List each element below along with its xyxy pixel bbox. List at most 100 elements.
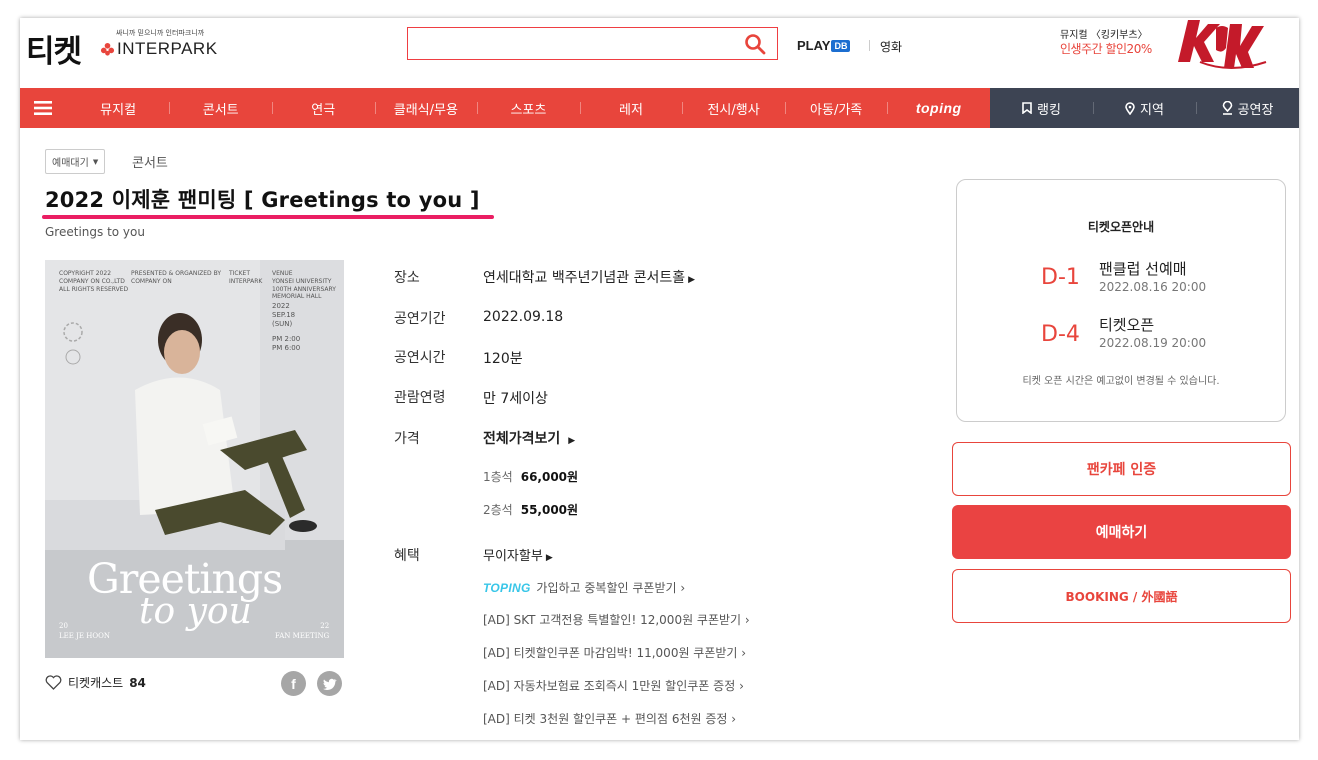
promo-line-1: 뮤지컬 〈킹키부츠〉 bbox=[1060, 30, 1148, 41]
booking-foreign-button[interactable]: BOOKING / 外國語 bbox=[952, 569, 1291, 623]
nav-classic-dance[interactable]: 클래식/무용 bbox=[374, 88, 478, 128]
nav-venue-label: 공연장 bbox=[1237, 102, 1274, 118]
search-bar bbox=[407, 27, 778, 60]
playdb-text: PLAY bbox=[797, 38, 831, 53]
nav-leisure[interactable]: 레저 bbox=[579, 88, 683, 128]
nav-sports[interactable]: 스포츠 bbox=[477, 88, 580, 128]
poster-foot-right: 22 FAN MEETING bbox=[275, 622, 330, 640]
benefit-text: 가입하고 중복할인 쿠폰받기 bbox=[536, 581, 677, 595]
price-all-label: 전체가격보기 bbox=[483, 431, 561, 447]
nav-theater[interactable]: 연극 bbox=[271, 88, 375, 128]
benefit-ad[interactable]: [AD] 티켓 3천원 할인쿠폰 + 편의점 6천원 증정 › bbox=[483, 710, 736, 727]
menu-icon[interactable] bbox=[20, 88, 67, 128]
open-entry-name: 티켓오픈 bbox=[1099, 316, 1155, 334]
logo-wordmark: INTERPARK bbox=[117, 39, 218, 58]
open-entry: 팬클럽 선예매 2022.08.16 20:00 bbox=[1099, 258, 1206, 294]
search-icon[interactable] bbox=[743, 32, 767, 56]
open-notice: 티켓 오픈 시간은 예고없이 변경될 수 있습니다. bbox=[1022, 376, 1220, 387]
poster-venue: VENUE YONSEI UNIVERSITY 100TH ANNIVERSAR… bbox=[272, 270, 336, 301]
kinky-boots-logo[interactable] bbox=[1170, 18, 1270, 74]
title-underline bbox=[42, 215, 494, 219]
seat-name: 2층석 bbox=[483, 503, 513, 517]
poster-title-italic: to you bbox=[139, 591, 252, 632]
installment-label: 무이자할부 bbox=[483, 549, 543, 564]
triangle-right-icon: ▶ bbox=[688, 275, 696, 285]
venue-label: 장소 bbox=[394, 270, 420, 286]
triangle-right-icon: ▶ bbox=[545, 553, 553, 563]
nav-exhibition[interactable]: 전시/행사 bbox=[682, 88, 785, 128]
chevron-down-icon: ▼ bbox=[92, 157, 99, 166]
dday-badge: D-4 bbox=[1041, 322, 1080, 347]
benefit-ad[interactable]: [AD] 티켓할인쿠폰 마감임박! 11,000원 쿠폰받기 › bbox=[483, 644, 746, 661]
venue-link[interactable]: 연세대학교 백주년기념관 콘서트홀 ▶ bbox=[483, 267, 695, 287]
page-title: 2022 이제훈 팬미팅 [ Greetings to you ] bbox=[45, 188, 480, 212]
age-label: 관람연령 bbox=[394, 390, 446, 406]
period-label: 공연기간 bbox=[394, 311, 446, 327]
movie-link[interactable]: 영화 bbox=[880, 38, 902, 55]
breadcrumb-category[interactable]: 콘서트 bbox=[132, 152, 168, 171]
open-entry-date: 2022.08.16 20:00 bbox=[1099, 280, 1207, 294]
ticket-logo[interactable]: 티켓 bbox=[26, 26, 82, 71]
playdb-box: DB bbox=[831, 39, 851, 52]
fancafe-verify-button[interactable]: 팬카페 인증 bbox=[952, 442, 1291, 496]
nav-secondary: 랭킹 지역 공연장 bbox=[990, 88, 1299, 128]
benefit-text: [AD] SKT 고객전용 특별할인! 12,000원 쿠폰받기 bbox=[483, 613, 742, 627]
installment-link[interactable]: 무이자할부 ▶ bbox=[483, 545, 553, 564]
venue-pin-icon bbox=[1222, 101, 1233, 115]
price-all-link[interactable]: 전체가격보기 ▶ bbox=[483, 428, 575, 448]
reserve-button[interactable]: 예매하기 bbox=[952, 505, 1291, 559]
nav-toping[interactable]: toping bbox=[887, 88, 990, 128]
ticket-cast[interactable]: 티켓캐스트 84 bbox=[45, 674, 146, 691]
status-select[interactable]: 예매대기 ▼ bbox=[45, 149, 106, 174]
poster-copyright: COPYRIGHT 2022 COMPANY ON CO.,LTD ALL RI… bbox=[59, 270, 129, 293]
nav-concert[interactable]: 콘서트 bbox=[169, 88, 272, 128]
nav-musical[interactable]: 뮤지컬 bbox=[67, 88, 170, 128]
poster-time: PM 2:00 PM 6:00 bbox=[272, 335, 301, 353]
nav-ranking[interactable]: 랭킹 bbox=[990, 88, 1093, 128]
interpark-logo[interactable]: 싸니까 믿으니까 인터파크니까 INTERPARK bbox=[100, 28, 218, 59]
header-divider bbox=[869, 40, 870, 51]
nav-region[interactable]: 지역 bbox=[1093, 88, 1196, 128]
benefit-label: 혜택 bbox=[394, 548, 420, 564]
event-poster[interactable]: COPYRIGHT 2022 COMPANY ON CO.,LTD ALL RI… bbox=[45, 260, 344, 658]
heart-icon bbox=[45, 675, 62, 690]
seat-price: 55,000원 bbox=[520, 503, 579, 517]
benefit-text: [AD] 자동차보험료 조회즉시 1만원 할인쿠폰 증정 bbox=[483, 679, 736, 693]
page-subtitle: Greetings to you bbox=[45, 225, 145, 239]
ticket-open-title: 티켓오픈안내 bbox=[1087, 220, 1155, 234]
nav-kids-family[interactable]: 아동/가족 bbox=[784, 88, 888, 128]
open-entry: 티켓오픈 2022.08.19 20:00 bbox=[1099, 314, 1206, 350]
facebook-share-icon[interactable]: f bbox=[281, 671, 306, 696]
runtime-label: 공연시간 bbox=[394, 350, 446, 366]
main-navigation: 뮤지컬 콘서트 연극 클래식/무용 스포츠 레저 전시/행사 아동/가족 top… bbox=[20, 88, 1299, 128]
benefit-text: [AD] 티켓 3천원 할인쿠폰 + 편의점 6천원 증정 bbox=[483, 712, 728, 726]
benefit-ad[interactable]: [AD] 자동차보험료 조회즉시 1만원 할인쿠폰 증정 › bbox=[483, 677, 744, 694]
playdb-link[interactable]: PLAY DB bbox=[797, 38, 851, 53]
promo-banner[interactable]: 뮤지컬 〈킹키부츠〉 인생주간 할인20% bbox=[1060, 29, 1152, 58]
poster-ticket: TICKET INTERPARK bbox=[229, 270, 263, 285]
period-value: 2022.09.18 bbox=[483, 309, 564, 325]
price-label: 가격 bbox=[394, 431, 420, 447]
open-entry-name: 팬클럽 선예매 bbox=[1099, 260, 1187, 278]
location-pin-icon bbox=[1125, 101, 1135, 115]
twitter-share-icon[interactable] bbox=[317, 671, 342, 696]
dday-badge: D-1 bbox=[1041, 265, 1080, 290]
bookmark-icon bbox=[1022, 102, 1032, 114]
triangle-right-icon: ▶ bbox=[568, 436, 576, 446]
poster-foot-left: 20 LEE JE HOON bbox=[59, 622, 110, 640]
benefit-toping[interactable]: TOPING 가입하고 중복할인 쿠폰받기 › bbox=[483, 579, 685, 596]
site-header: 티켓 싸니까 믿으니까 인터파크니까 INTERPARK PLAY DB 영화 … bbox=[20, 18, 1299, 88]
benefit-ad[interactable]: [AD] SKT 고객전용 특별할인! 12,000원 쿠폰받기 › bbox=[483, 611, 750, 628]
nav-venue[interactable]: 공연장 bbox=[1196, 88, 1299, 128]
seat-price: 66,000원 bbox=[520, 470, 579, 484]
nav-region-label: 지역 bbox=[1140, 102, 1164, 118]
interpark-flower-icon bbox=[100, 42, 115, 56]
seat-price-row: 1층석 66,000원 bbox=[483, 468, 578, 485]
open-entry-date: 2022.08.19 20:00 bbox=[1099, 336, 1207, 350]
runtime-value: 120분 bbox=[483, 351, 523, 367]
status-select-value: 예매대기 bbox=[52, 158, 89, 169]
poster-presented: PRESENTED & ORGANIZED BY COMPANY ON bbox=[131, 270, 222, 285]
search-input[interactable] bbox=[408, 28, 728, 59]
poster-date: 2022 SEP.18 (SUN) bbox=[272, 302, 296, 329]
ticket-open-info: 티켓오픈안내 D-1 팬클럽 선예매 2022.08.16 20:00 D-4 … bbox=[956, 179, 1286, 422]
